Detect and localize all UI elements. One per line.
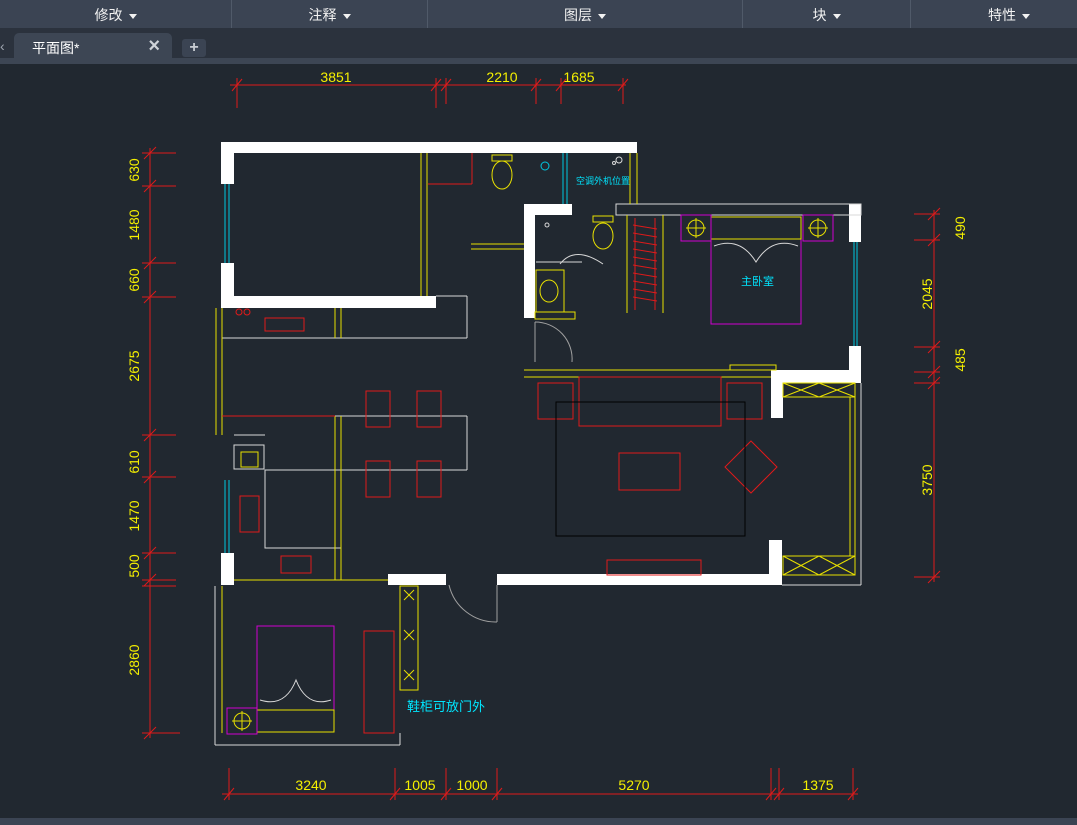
dim-left-1: 630 (126, 158, 142, 182)
status-bar (0, 818, 1077, 825)
dim-right-4: 3750 (919, 464, 935, 495)
dim-top-2: 2210 (486, 69, 517, 85)
second-bed-pillows (259, 678, 332, 703)
second-bed-headboard (256, 709, 335, 733)
dim-bottom-5: 1375 (802, 777, 833, 793)
tab-title: 平面图* (32, 40, 80, 56)
chevron-left-icon[interactable]: ‹ (0, 38, 5, 54)
dim-left-7: 500 (126, 554, 142, 578)
plus-icon: + (189, 39, 199, 56)
dim-bottom-3: 1000 (456, 777, 487, 793)
master-bed (710, 216, 802, 325)
ribbon-panel-bar: 修改 注释 图层 块 特性 (0, 0, 1077, 29)
menu-properties[interactable]: 特性 (911, 0, 1077, 28)
dim-right-1: 490 (952, 216, 968, 240)
yellow-joinery (215, 153, 856, 733)
dim-left-6: 1470 (126, 500, 142, 531)
menu-block[interactable]: 块 (743, 0, 911, 28)
master-bed-pillows (713, 242, 799, 263)
dim-left-2: 1480 (126, 209, 142, 240)
chevron-down-icon (1022, 13, 1030, 19)
dimension-texts: 3851 2210 1685 3240 1005 1000 5270 1375 … (126, 69, 968, 793)
dim-left-5: 610 (126, 450, 142, 474)
menu-modify[interactable]: 修改 (0, 0, 232, 28)
chevron-down-icon (832, 13, 841, 19)
menu-annotate[interactable]: 注释 (232, 0, 428, 28)
chevron-down-icon (598, 13, 606, 19)
furniture (222, 153, 778, 734)
dim-left-3: 660 (126, 268, 142, 292)
tab-floor-plan[interactable]: 平面图* × (14, 33, 172, 60)
chevron-down-icon (128, 13, 137, 19)
floor-plan-drawing: 3851 2210 1685 3240 1005 1000 5270 1375 … (126, 69, 968, 801)
rug-outline (555, 401, 746, 537)
dim-left-4: 2675 (126, 350, 142, 381)
second-bed (256, 625, 335, 733)
wardrobe-hangers (632, 218, 658, 310)
dim-bottom-2: 1005 (404, 777, 435, 793)
close-icon[interactable]: × (148, 34, 160, 58)
dim-right-2: 2045 (919, 278, 935, 309)
menu-layers[interactable]: 图层 (428, 0, 743, 28)
chevron-down-icon (342, 13, 351, 19)
label-ac-position: 空调外机位置 (576, 175, 630, 186)
dim-bottom-4: 5270 (618, 777, 649, 793)
dim-right-3: 485 (952, 348, 968, 372)
dim-bottom-1: 3240 (295, 777, 326, 793)
new-tab-button[interactable]: + (182, 39, 206, 57)
walls (221, 142, 861, 585)
dim-top-3: 1685 (563, 69, 594, 85)
drain-icon (540, 161, 550, 171)
label-shoe-cabinet: 鞋柜可放门外 (407, 699, 485, 714)
dimension-lines (142, 78, 941, 801)
dim-top-1: 3851 (320, 69, 351, 85)
dim-left-8: 2860 (126, 644, 142, 675)
drawing-canvas[interactable]: 3851 2210 1685 3240 1005 1000 5270 1375 … (0, 64, 1077, 818)
label-master-bedroom: 主卧室 (741, 274, 774, 288)
master-bed-headboard (710, 216, 802, 240)
